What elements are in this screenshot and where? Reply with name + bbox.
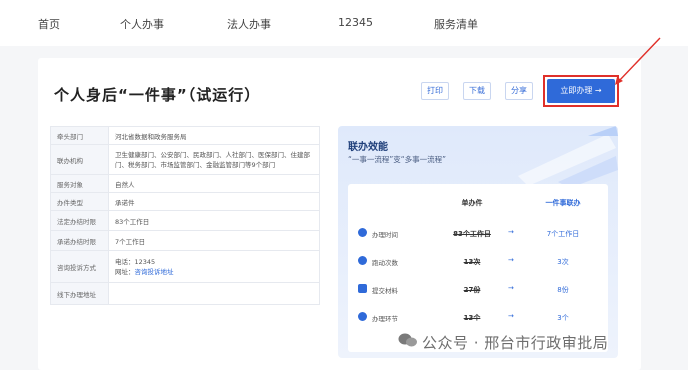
nav-12345[interactable]: 12345 bbox=[338, 16, 373, 29]
row-label: 提交材料 bbox=[372, 287, 398, 295]
download-button[interactable]: 下载 bbox=[463, 82, 491, 100]
share-button[interactable]: 分享 bbox=[505, 82, 533, 100]
new-value: 8份 bbox=[557, 286, 569, 294]
new-value: 3次 bbox=[557, 258, 569, 266]
page-title: 个人身后“一件事”（试运行） bbox=[54, 86, 261, 104]
header-joint: 一件事联办 bbox=[545, 199, 581, 207]
watermark-text: 公众号 · 邢台市行政审批局 bbox=[422, 334, 609, 352]
arrow-icon: → bbox=[508, 228, 514, 236]
nav-personal-services[interactable]: 个人办事 bbox=[120, 16, 164, 32]
table-row: 办件类型 承诺件 bbox=[50, 192, 320, 211]
row-value: 承诺件 bbox=[108, 192, 320, 211]
arrow-icon: → bbox=[508, 256, 514, 264]
row-key: 牵头部门 bbox=[50, 126, 109, 145]
arrow-icon: → bbox=[508, 312, 514, 320]
print-button[interactable]: 打印 bbox=[421, 82, 449, 100]
list-item: 跑动次数 13次 → 3次 bbox=[348, 250, 608, 272]
nav-home[interactable]: 首页 bbox=[38, 16, 60, 32]
old-value: 13次 bbox=[463, 258, 481, 266]
row-value: 卫生健康部门、公安部门、民政部门、人社部门、医保部门、住建部门、税务部门、市场监… bbox=[108, 144, 320, 175]
service-info-table: 牵头部门 河北省数据和政务服务局 联办机构 卫生健康部门、公安部门、民政部门、人社部… bbox=[50, 126, 320, 305]
wechat-icon bbox=[398, 333, 417, 347]
row-value: 7个工作日 bbox=[108, 230, 320, 251]
new-value: 3个 bbox=[557, 314, 569, 322]
row-label: 跑动次数 bbox=[372, 259, 398, 267]
nav-legal-entity-services[interactable]: 法人办事 bbox=[227, 16, 271, 32]
comparison-table: 单办件 一件事联办 办理时间 83个工作日 → 7个工作日 跑动次数 13次 →… bbox=[348, 184, 608, 352]
row-value: 电话：12345 网址：咨询投诉地址 bbox=[108, 250, 320, 283]
new-value: 7个工作日 bbox=[546, 230, 580, 238]
row-key: 咨询投诉方式 bbox=[50, 250, 109, 283]
row-key: 服务对象 bbox=[50, 174, 109, 193]
row-value: 河北省数据和政务服务局 bbox=[108, 126, 320, 145]
panel-title: 联办效能 bbox=[348, 142, 388, 153]
table-row: 服务对象 自然人 bbox=[50, 174, 320, 193]
folder-icon bbox=[358, 284, 367, 293]
list-item: 提交材料 27份 → 8份 bbox=[348, 278, 608, 300]
row-key: 联办机构 bbox=[50, 144, 109, 175]
old-value: 13个 bbox=[463, 314, 481, 322]
phone-text: 电话：12345 bbox=[115, 257, 156, 266]
highlight-box bbox=[543, 75, 619, 107]
header-single: 单办件 bbox=[461, 199, 483, 207]
row-label: 办理环节 bbox=[372, 315, 398, 323]
table-row: 牵头部门 河北省数据和政务服务局 bbox=[50, 126, 320, 145]
list-item: 办理环节 13个 → 3个 bbox=[348, 306, 608, 328]
row-value bbox=[108, 282, 320, 305]
old-value: 83个工作日 bbox=[453, 230, 491, 238]
table-row: 咨询投诉方式 电话：12345 网址：咨询投诉地址 bbox=[50, 250, 320, 283]
decorative-graphic bbox=[518, 126, 618, 186]
table-row: 联办机构 卫生健康部门、公安部门、民政部门、人社部门、医保部门、住建部门、税务部门… bbox=[50, 144, 320, 175]
complaint-link[interactable]: 咨询投诉地址 bbox=[135, 268, 174, 276]
row-key: 承诺办结时限 bbox=[50, 230, 109, 251]
row-value: 83个工作日 bbox=[108, 210, 320, 231]
table-row: 法定办结时限 83个工作日 bbox=[50, 210, 320, 231]
row-key: 办件类型 bbox=[50, 192, 109, 211]
row-key: 法定办结时限 bbox=[50, 210, 109, 231]
row-value: 自然人 bbox=[108, 174, 320, 193]
link-icon bbox=[358, 312, 367, 321]
old-value: 27份 bbox=[463, 286, 481, 294]
top-navigation: 首页 个人办事 法人办事 12345 服务清单 bbox=[0, 0, 688, 46]
row-label: 办理时间 bbox=[372, 231, 398, 239]
list-item: 办理时间 83个工作日 → 7个工作日 bbox=[348, 222, 608, 244]
arrow-icon: → bbox=[508, 284, 514, 292]
efficiency-panel: 联办效能 “一事一流程”变“多事一流程” 单办件 一件事联办 办理时间 83个工… bbox=[338, 126, 618, 358]
run-icon bbox=[358, 256, 367, 265]
clock-icon bbox=[358, 228, 367, 237]
table-row: 线下办理地址 bbox=[50, 282, 320, 305]
nav-service-list[interactable]: 服务清单 bbox=[434, 16, 478, 32]
panel-subtitle: “一事一流程”变“多事一流程” bbox=[348, 155, 447, 164]
service-card: 个人身后“一件事”（试运行） 打印 下载 分享 立即办理 → 牵头部门 河北省数据… bbox=[38, 58, 641, 370]
url-label: 网址： bbox=[115, 267, 135, 276]
row-key: 线下办理地址 bbox=[50, 282, 109, 305]
table-row: 承诺办结时限 7个工作日 bbox=[50, 230, 320, 251]
